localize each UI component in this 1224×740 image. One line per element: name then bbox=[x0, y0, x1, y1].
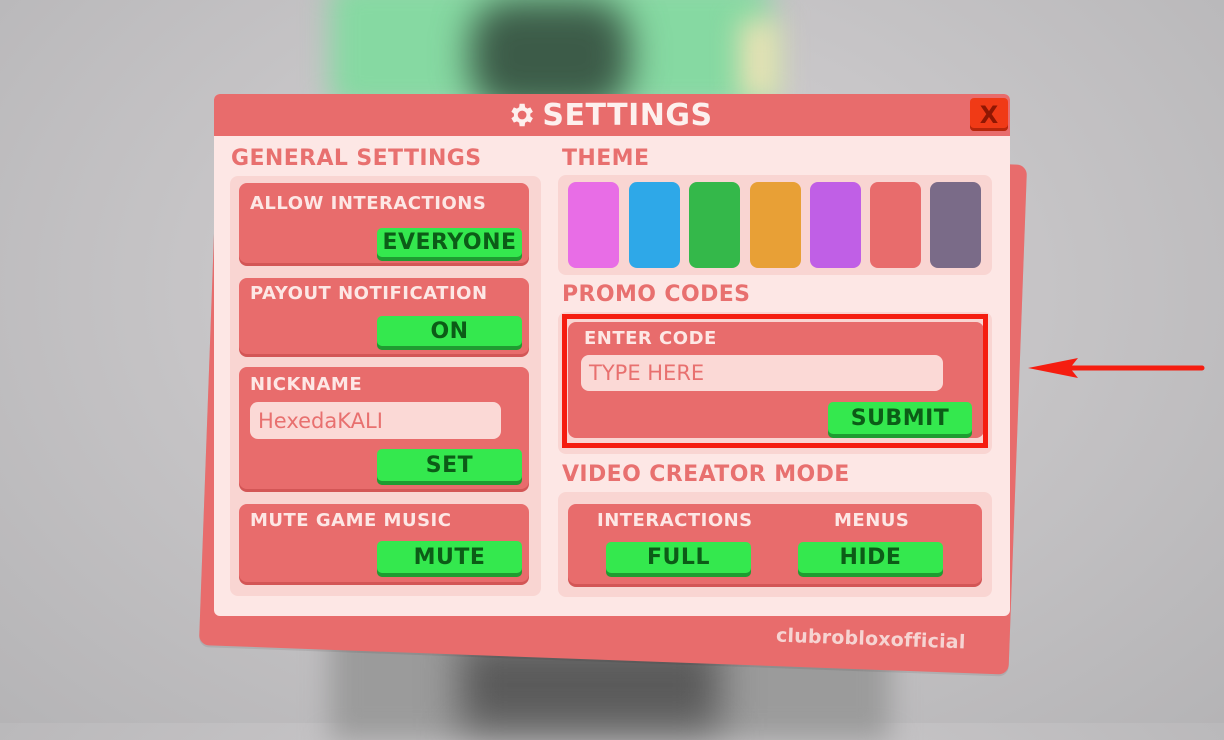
general-settings-title: GENERAL SETTINGS bbox=[231, 146, 482, 171]
mute-music-card: MUTE GAME MUSIC MUTE bbox=[239, 504, 529, 582]
payout-notification-card: PAYOUT NOTIFICATION ON bbox=[239, 278, 529, 354]
background-object bbox=[740, 20, 780, 100]
close-button[interactable]: X bbox=[970, 98, 1008, 131]
mute-music-label: MUTE GAME MUSIC bbox=[250, 510, 452, 531]
panel-title: SETTINGS bbox=[542, 97, 713, 133]
nickname-card: NICKNAME HexedaKALI SET bbox=[239, 367, 529, 489]
everyone-button[interactable]: EVERYONE bbox=[377, 228, 522, 257]
theme-swatch-red[interactable] bbox=[870, 182, 921, 268]
theme-swatch-pink[interactable] bbox=[568, 182, 619, 268]
promo-highlight-box bbox=[562, 314, 988, 448]
arrow-left-icon bbox=[1028, 358, 1205, 378]
allow-interactions-label: ALLOW INTERACTIONS bbox=[250, 193, 487, 214]
video-creator-card: INTERACTIONS MENUS FULL HIDE bbox=[568, 504, 982, 584]
menus-label: MENUS bbox=[834, 510, 910, 531]
theme-title: THEME bbox=[562, 146, 650, 171]
nickname-label: NICKNAME bbox=[250, 374, 363, 395]
theme-swatch-gray[interactable] bbox=[930, 182, 981, 268]
general-settings-group: ALLOW INTERACTIONS EVERYONE PAYOUT NOTIF… bbox=[230, 176, 541, 596]
allow-interactions-card: ALLOW INTERACTIONS EVERYONE bbox=[239, 183, 529, 263]
theme-swatch-orange[interactable] bbox=[750, 182, 801, 268]
payout-on-button[interactable]: ON bbox=[377, 316, 522, 346]
gear-icon bbox=[511, 103, 534, 127]
panel-header: SETTINGS X bbox=[214, 94, 1010, 136]
hide-menus-button[interactable]: HIDE bbox=[798, 542, 943, 573]
video-creator-title: VIDEO CREATOR MODE bbox=[562, 462, 850, 487]
theme-swatch-blue[interactable] bbox=[629, 182, 680, 268]
promo-codes-title: PROMO CODES bbox=[562, 282, 751, 307]
set-nickname-button[interactable]: SET bbox=[377, 449, 522, 481]
theme-swatch-green[interactable] bbox=[689, 182, 740, 268]
theme-swatch-purple[interactable] bbox=[810, 182, 861, 268]
interactions-label: INTERACTIONS bbox=[597, 510, 753, 531]
full-interactions-button[interactable]: FULL bbox=[606, 542, 751, 573]
payout-notification-label: PAYOUT NOTIFICATION bbox=[250, 283, 488, 304]
nickname-input[interactable]: HexedaKALI bbox=[250, 402, 501, 439]
mute-button[interactable]: MUTE bbox=[377, 541, 522, 573]
